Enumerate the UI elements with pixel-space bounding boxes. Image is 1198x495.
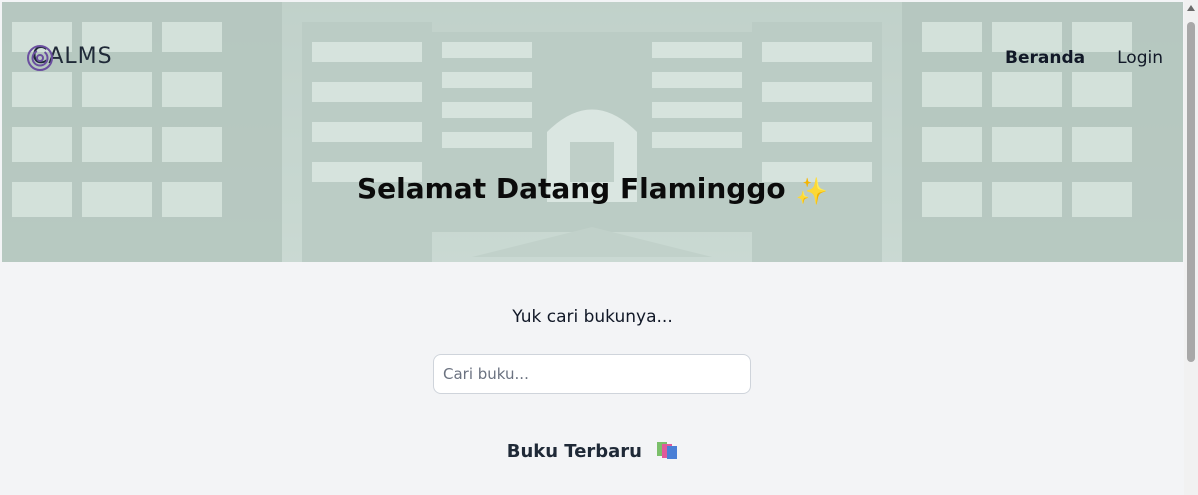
page-frame: CALMS Beranda Login Selamat Datang Flami… — [2, 2, 1183, 495]
hero-title-text: Selamat Datang Flaminggo — [356, 172, 786, 205]
hero-banner: CALMS Beranda Login Selamat Datang Flami… — [2, 2, 1183, 262]
latest-books-heading: Buku Terbaru — [2, 440, 1183, 462]
scrollbar-thumb[interactable] — [1187, 22, 1195, 362]
hero-tint-overlay — [2, 2, 1183, 262]
books-icon — [657, 442, 678, 459]
brand-logo[interactable]: CALMS — [26, 44, 113, 71]
hero-title: Selamat Datang Flaminggo ✨ — [2, 172, 1183, 207]
search-label: Yuk cari bukunya... — [512, 307, 673, 327]
scroll-up-arrow-icon[interactable] — [1187, 5, 1195, 11]
page-scrollbar[interactable] — [1184, 0, 1198, 495]
latest-books-title: Buku Terbaru — [506, 441, 642, 462]
spiral-logo-icon — [27, 45, 53, 71]
nav-beranda-link[interactable]: Beranda — [1005, 48, 1085, 68]
top-nav: Beranda Login — [1005, 48, 1163, 68]
nav-login-link[interactable]: Login — [1117, 48, 1163, 68]
search-input[interactable] — [433, 354, 751, 394]
sparkles-icon: ✨ — [795, 177, 828, 207]
